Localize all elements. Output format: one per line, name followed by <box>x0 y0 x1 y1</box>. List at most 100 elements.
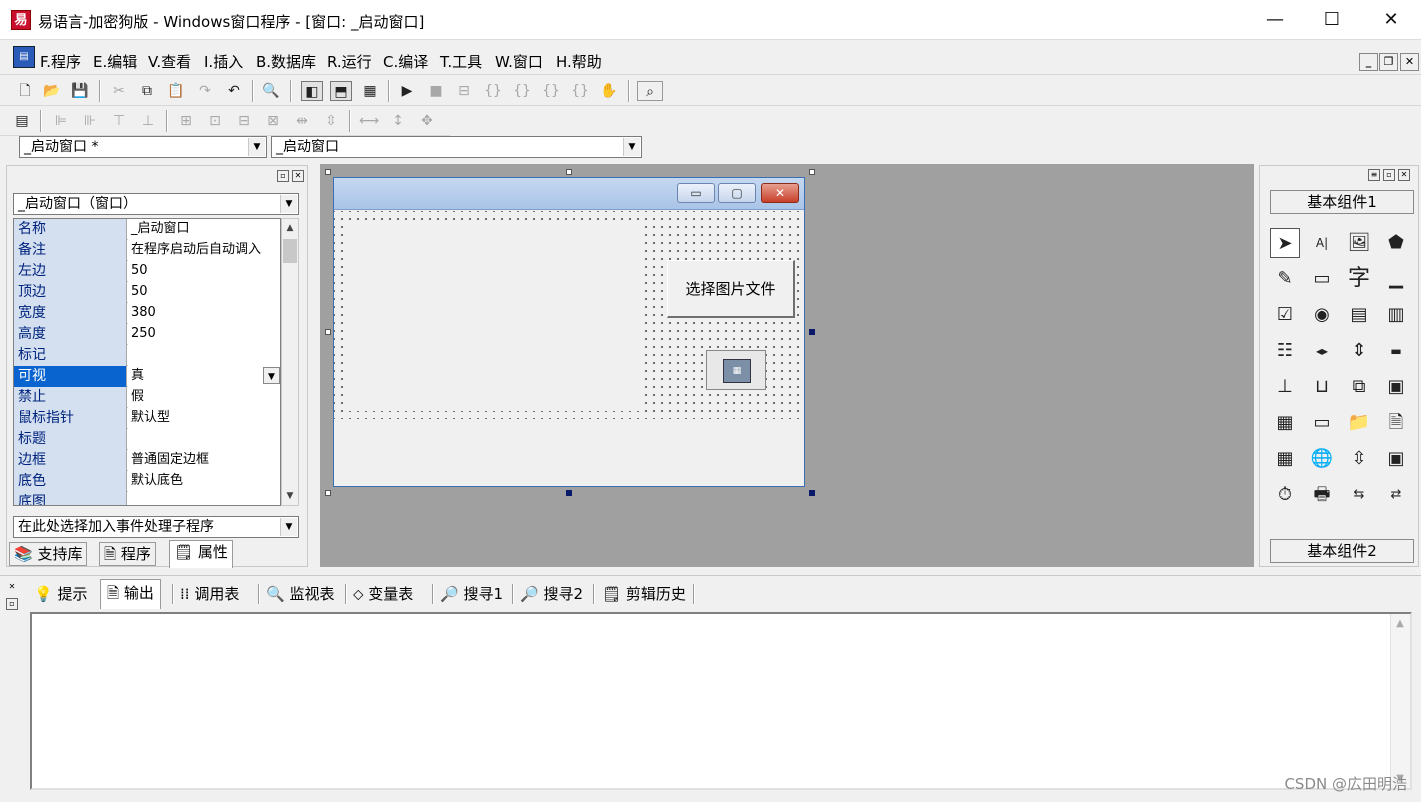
undo-icon[interactable]: ↶ <box>223 81 245 101</box>
hscroll-icon[interactable]: ◂▸ <box>1307 336 1337 366</box>
chevron-down-icon[interactable]: ▼ <box>623 138 640 156</box>
select-list-icon[interactable]: ☷ <box>1270 336 1300 366</box>
run-icon[interactable]: ▶ <box>396 81 418 101</box>
new-file-icon[interactable]: 🗋 <box>14 81 36 101</box>
list-box-icon[interactable]: ▥ <box>1381 300 1411 330</box>
printer-icon[interactable]: 🖶 <box>1307 480 1337 510</box>
combo-box-icon[interactable]: ▤ <box>1344 300 1374 330</box>
step-into-icon[interactable]: {} <box>482 81 504 101</box>
resize-handle[interactable] <box>325 329 331 335</box>
tab-control-icon[interactable]: ⊔ <box>1307 372 1337 402</box>
mdi-restore-button[interactable]: ❐ <box>1379 53 1398 71</box>
panel-restore-icon[interactable]: ▫ <box>277 170 289 182</box>
layout-top-icon[interactable]: ⬒ <box>330 81 352 101</box>
animation-icon[interactable]: ⧉ <box>1344 372 1374 402</box>
breakpoint-icon[interactable]: ⊟ <box>453 81 475 101</box>
stretch-width-icon[interactable]: ⟷ <box>358 111 380 131</box>
chevron-down-icon[interactable]: ▼ <box>248 138 265 156</box>
hyperlink-icon[interactable]: 🌐 <box>1307 444 1337 474</box>
tab-program[interactable]: 🗎 程序 <box>99 542 156 566</box>
property-row[interactable]: 左边 50 <box>14 261 280 282</box>
mdi-close-button[interactable]: ✕ <box>1400 53 1419 71</box>
stop-icon[interactable]: ■ <box>425 81 447 101</box>
component-group-2[interactable]: 基本组件2 <box>1270 539 1414 563</box>
edit-box-icon[interactable]: ✎ <box>1270 264 1300 294</box>
chevron-up-icon[interactable]: ▲ <box>282 219 298 237</box>
cut-icon[interactable]: ✂ <box>108 81 130 101</box>
menu-edit[interactable]: E.编辑 <box>93 51 137 72</box>
form-client-area[interactable] <box>334 211 804 486</box>
chevron-down-icon[interactable]: ▼ <box>280 195 297 213</box>
property-row[interactable]: 鼠标指针 默认型 <box>14 408 280 429</box>
panel-close-icon[interactable]: ✕ <box>292 170 304 182</box>
step-out-icon[interactable]: {} <box>540 81 562 101</box>
hand-icon[interactable]: ✋ <box>598 81 620 101</box>
resize-handle[interactable] <box>566 490 572 496</box>
directory-box-icon[interactable]: 📁 <box>1344 408 1374 438</box>
tab-properties[interactable]: 🗒 属性 <box>169 540 233 568</box>
property-value[interactable]: 默认型 <box>128 408 280 429</box>
property-value[interactable]: 普通固定边框 <box>128 450 280 471</box>
tab-clip-history[interactable]: 🗒 剪辑历史 <box>602 581 686 607</box>
shape-box-icon[interactable]: ⬟ <box>1381 228 1411 258</box>
slider-icon[interactable]: ⊥ <box>1270 372 1300 402</box>
copy-icon[interactable]: ⧉ <box>136 81 158 101</box>
tab-search-1[interactable]: 🔎 搜寻1 <box>440 581 503 607</box>
property-row[interactable]: 可视真 ▼ <box>14 366 280 387</box>
property-value[interactable]: 50 <box>128 261 280 282</box>
stretch-both-icon[interactable]: ✥ <box>416 111 438 131</box>
property-value[interactable]: 在程序启动后自动调入 <box>128 240 280 261</box>
chevron-down-icon[interactable]: ▼ <box>280 518 297 536</box>
form-layout-icon[interactable]: ▤ <box>11 111 33 131</box>
property-value[interactable]: 默认底色 <box>128 471 280 492</box>
resize-handle[interactable] <box>809 169 815 175</box>
property-scrollbar[interactable]: ▲ ▼ <box>281 218 299 506</box>
paste-icon[interactable]: 📋 <box>165 81 187 101</box>
property-row[interactable]: 禁止假 <box>14 387 280 408</box>
resize-handle[interactable] <box>566 169 572 175</box>
window-selector-combo[interactable]: _启动窗口 * ▼ <box>19 136 267 158</box>
progress-bar-icon[interactable]: ▬ <box>1381 336 1411 366</box>
property-row[interactable]: 顶边 50 <box>14 282 280 303</box>
resize-handle[interactable] <box>809 329 815 335</box>
binoculars-icon[interactable]: ⌕ <box>637 81 663 101</box>
property-value[interactable]: 真 <box>128 366 280 387</box>
property-row[interactable]: 备注 在程序启动后自动调入 <box>14 240 280 261</box>
drive-box-icon[interactable]: ▭ <box>1307 408 1337 438</box>
adjuster-icon[interactable]: ⇳ <box>1344 444 1374 474</box>
same-width-icon[interactable]: ⊟ <box>233 111 255 131</box>
radio-icon[interactable]: ◉ <box>1307 300 1337 330</box>
property-value[interactable]: 50 <box>128 282 280 303</box>
picture-box-icon[interactable]: 🖼 <box>1344 228 1374 258</box>
property-object-combo[interactable]: _启动窗口（窗口） ▼ <box>13 193 299 215</box>
resize-handle[interactable] <box>325 490 331 496</box>
tab-watch-table[interactable]: 🔍 监视表 <box>266 581 334 607</box>
chevron-up-icon[interactable]: ▲ <box>1391 618 1409 629</box>
menu-program[interactable]: F.程序 <box>40 51 81 72</box>
tab-support-library[interactable]: 📚 支持库 <box>9 542 88 566</box>
grid-icon[interactable]: ▦ <box>1270 408 1300 438</box>
align-bottom-icon[interactable]: ⊥ <box>137 111 159 131</box>
tab-call-table[interactable]: ⁞⁞ 调用表 <box>180 581 239 607</box>
tab-variable-table[interactable]: ⬦ 变量表 <box>353 581 413 607</box>
menu-tools[interactable]: T.工具 <box>440 51 482 72</box>
select-image-file-button[interactable]: 选择图片文件 <box>667 260 795 318</box>
panel-restore-icon[interactable]: ▫ <box>6 598 18 610</box>
property-value[interactable]: _启动窗口 <box>128 219 280 240</box>
tab-hint[interactable]: 💡 提示 <box>34 581 87 607</box>
property-row[interactable]: 宽度 380 <box>14 303 280 324</box>
menu-compile[interactable]: C.编译 <box>383 51 428 72</box>
property-value[interactable] <box>128 345 280 366</box>
property-value[interactable] <box>128 492 280 505</box>
align-top-icon[interactable]: ⊤ <box>108 111 130 131</box>
timer-icon[interactable]: ⏱ <box>1270 480 1300 510</box>
property-row[interactable]: 标记 <box>14 345 280 366</box>
vscroll-icon[interactable]: ⇕ <box>1344 336 1374 366</box>
menu-window[interactable]: W.窗口 <box>495 51 543 72</box>
property-row[interactable]: 高度 250 <box>14 324 280 345</box>
pointer-icon[interactable]: ➤ <box>1270 228 1300 258</box>
property-value[interactable] <box>128 429 280 450</box>
label-icon[interactable]: A| <box>1307 228 1337 258</box>
menu-help[interactable]: H.帮助 <box>556 51 602 72</box>
panel-menu-icon[interactable]: ≡ <box>1368 169 1380 181</box>
